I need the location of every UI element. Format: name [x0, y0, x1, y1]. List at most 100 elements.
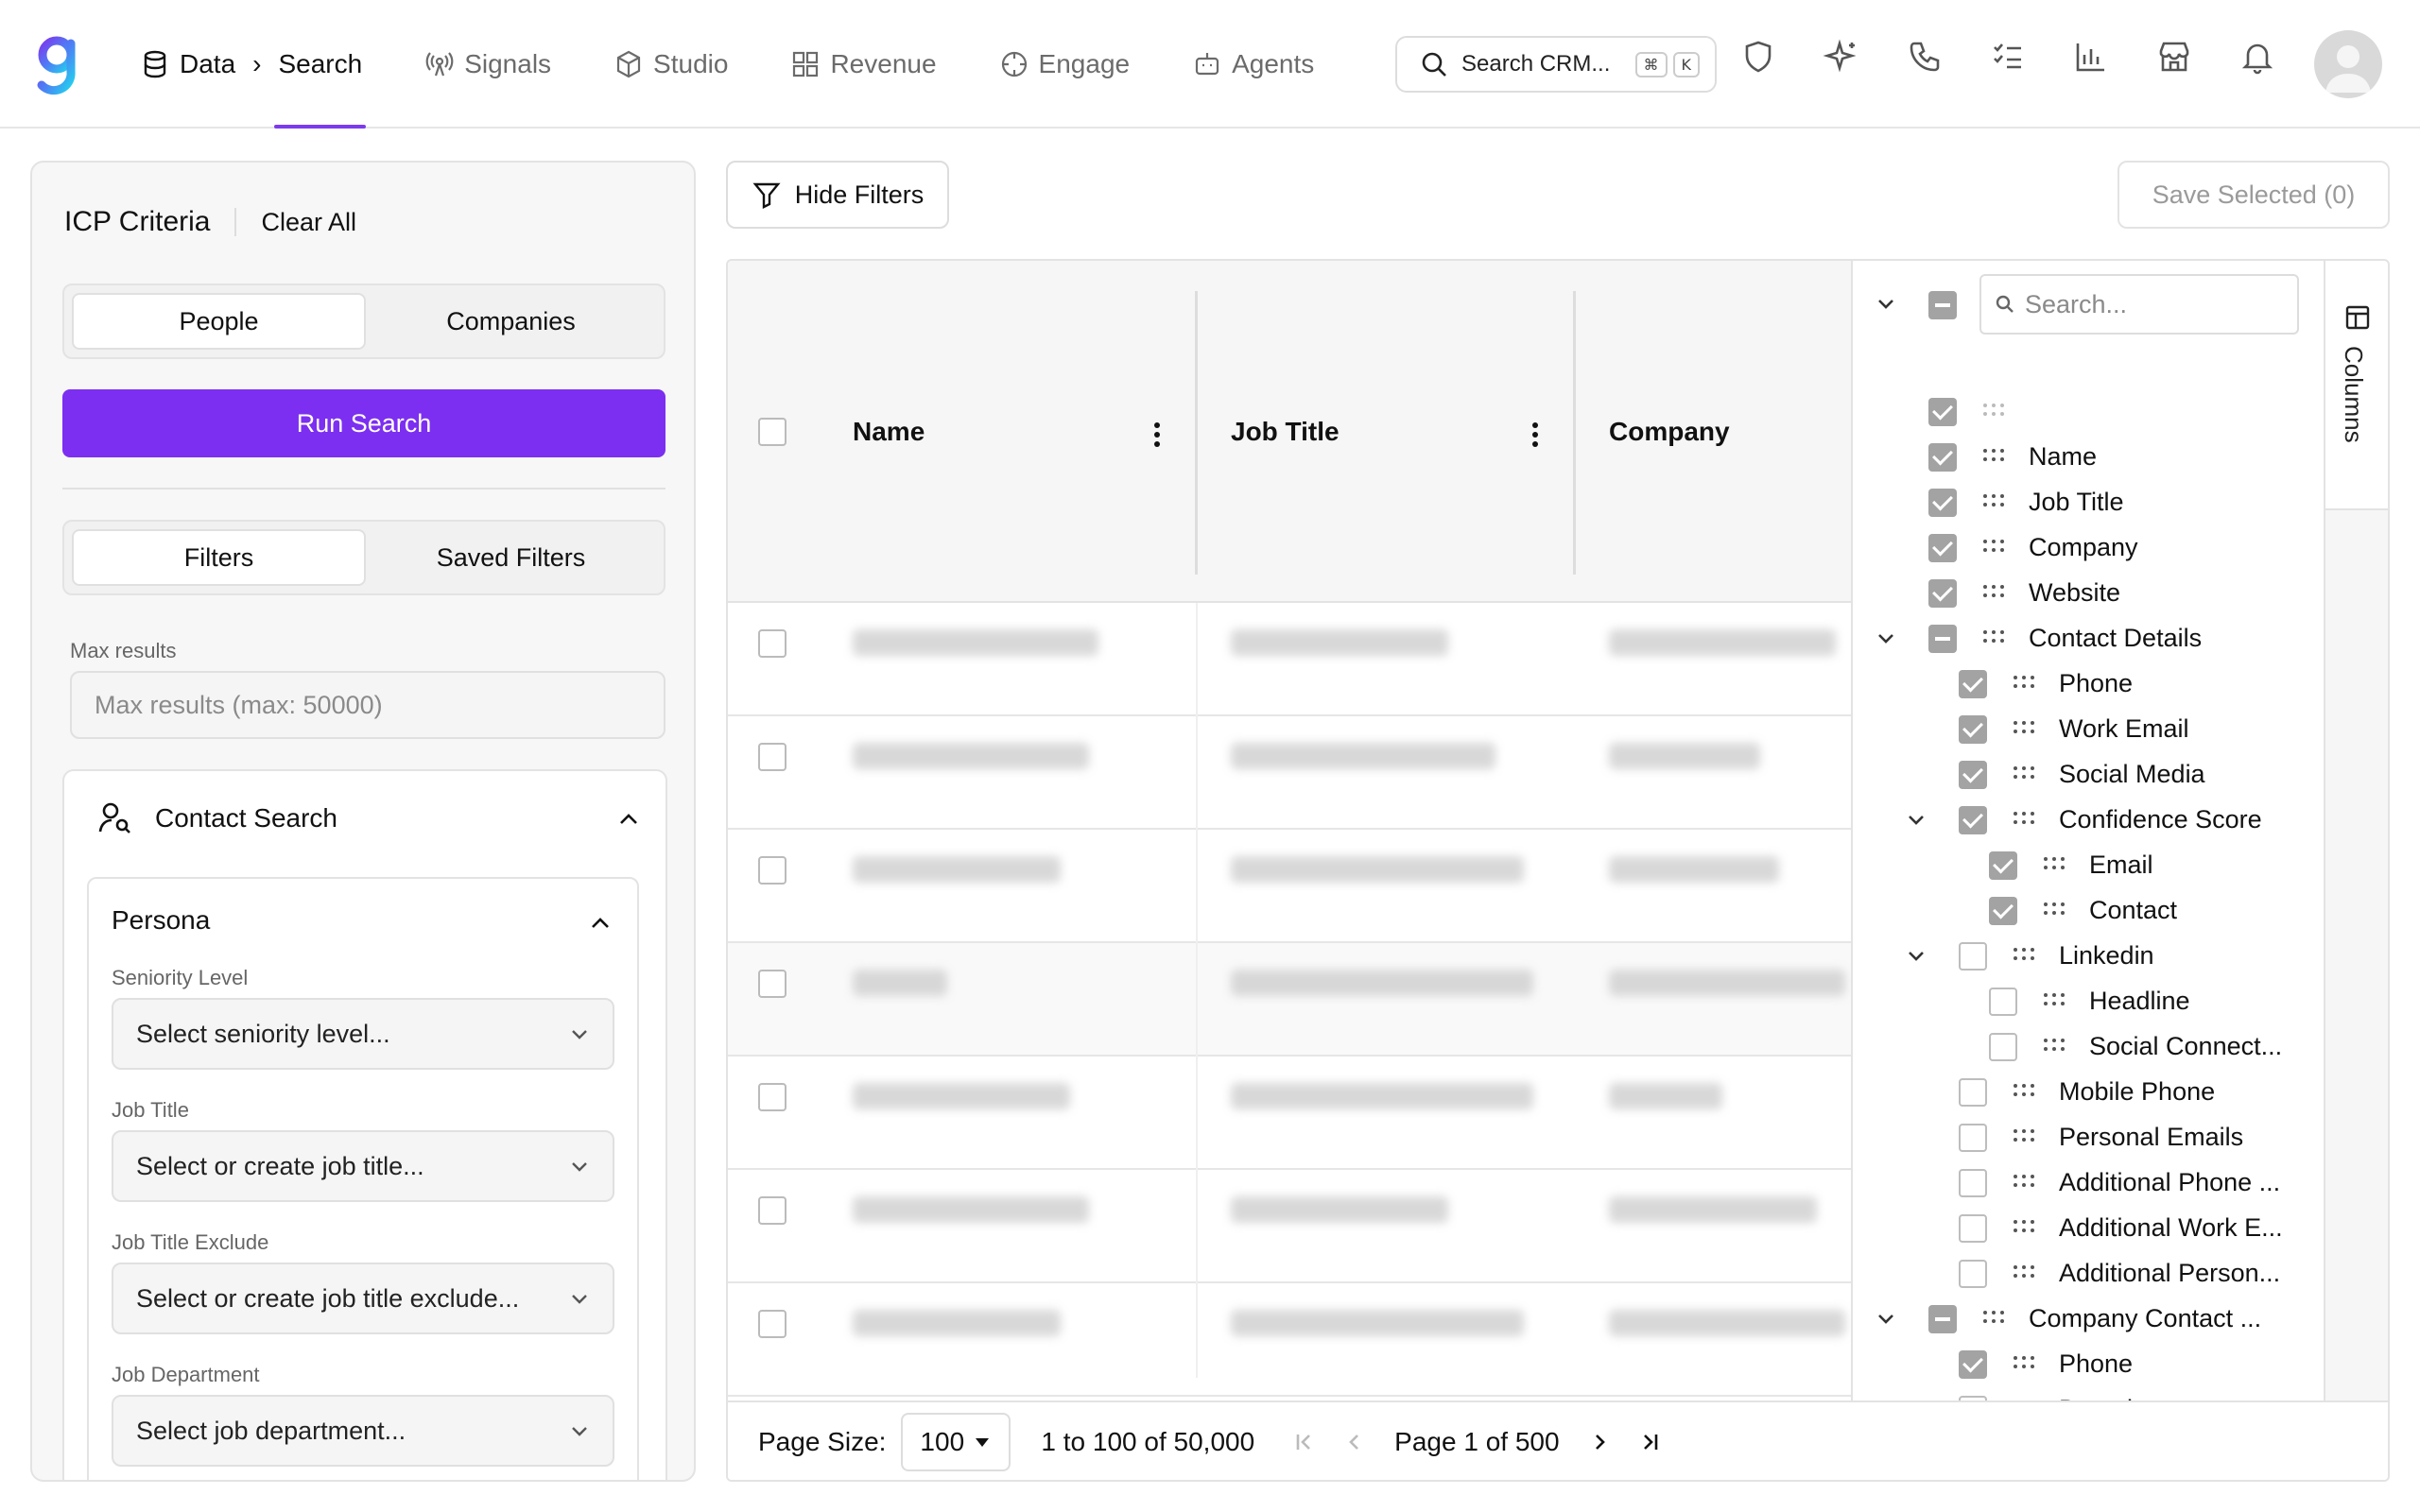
column-tree-item[interactable]: Additional Work E...	[1853, 1206, 2324, 1251]
column-visibility-checkbox[interactable]	[1928, 443, 1957, 472]
drag-handle-icon[interactable]	[2012, 809, 2036, 828]
drag-handle-icon[interactable]	[2012, 673, 2036, 692]
column-tree-item[interactable]: Contact	[1853, 888, 2324, 934]
drag-handle-icon[interactable]	[1981, 582, 2006, 601]
column-visibility-checkbox[interactable]	[1928, 625, 1957, 653]
column-search-input[interactable]: Search...	[1979, 274, 2299, 335]
column-tree-item[interactable]: Social Media	[1853, 752, 2324, 798]
column-tree-item[interactable]: Job Title	[1853, 480, 2324, 525]
column-tree-item[interactable]: Phone	[1853, 1342, 2324, 1387]
row-checkbox[interactable]	[758, 743, 786, 771]
column-visibility-checkbox[interactable]	[1928, 489, 1957, 517]
table-row[interactable]	[728, 603, 1851, 716]
drag-handle-icon[interactable]	[2042, 990, 2066, 1009]
column-tree-item[interactable]: Additional Person...	[1853, 1251, 2324, 1297]
drag-handle-icon[interactable]	[1981, 537, 2006, 556]
drag-handle-icon[interactable]	[2042, 1036, 2066, 1055]
drag-handle-icon[interactable]	[1981, 491, 2006, 510]
column-visibility-checkbox[interactable]	[1989, 1033, 2017, 1061]
drag-handle-icon[interactable]	[2012, 1081, 2036, 1100]
save-selected-button[interactable]: Save Selected (0)	[2118, 161, 2390, 229]
chevron-down-icon[interactable]	[1876, 627, 1896, 648]
hide-filters-button[interactable]: Hide Filters	[726, 161, 949, 229]
drag-handle-icon[interactable]	[2012, 1353, 2036, 1372]
drag-handle-icon[interactable]	[2012, 1217, 2036, 1236]
table-row[interactable]	[728, 1170, 1851, 1283]
drag-handle-icon[interactable]	[1981, 446, 2006, 465]
app-logo[interactable]	[36, 34, 81, 96]
column-visibility-checkbox[interactable]	[1959, 1169, 1987, 1197]
chevron-up-icon[interactable]	[588, 911, 613, 936]
nav-agents[interactable]: Agents	[1192, 0, 1314, 129]
row-checkbox[interactable]	[758, 629, 786, 658]
column-tree-item[interactable]: Company	[1853, 525, 2324, 571]
max-results-input[interactable]: Max results (max: 50000)	[70, 671, 666, 739]
chevron-down-icon[interactable]	[1876, 293, 1896, 314]
column-visibility-checkbox[interactable]	[1959, 670, 1987, 698]
column-tree-item[interactable]: Phone	[1853, 662, 2324, 707]
nav-data[interactable]: Data	[140, 0, 235, 129]
table-row[interactable]	[728, 943, 1851, 1057]
column-visibility-checkbox[interactable]	[1959, 1124, 1987, 1152]
column-tree-item[interactable]: Work Email	[1853, 707, 2324, 752]
table-row[interactable]	[728, 1283, 1851, 1397]
drag-handle-icon[interactable]	[2012, 1126, 2036, 1145]
column-tree-item[interactable]: Name	[1853, 435, 2324, 480]
nav-studio[interactable]: Studio	[614, 0, 728, 129]
contact-search-header[interactable]: Contact Search	[96, 799, 337, 837]
chevron-down-icon[interactable]	[1906, 809, 1927, 830]
column-visibility-checkbox[interactable]	[1928, 398, 1957, 426]
nav-revenue[interactable]: Revenue	[790, 0, 937, 129]
row-checkbox[interactable]	[758, 1310, 786, 1338]
drag-handle-icon[interactable]	[2012, 718, 2036, 737]
column-tree-item[interactable]: Personal Emails	[1853, 1115, 2324, 1160]
column-tree-item[interactable]: Company Contact ...	[1853, 1297, 2324, 1342]
row-checkbox[interactable]	[758, 856, 786, 885]
drag-handle-icon[interactable]	[1981, 1308, 2006, 1327]
column-tree-item[interactable]: Mobile Phone	[1853, 1070, 2324, 1115]
table-row[interactable]	[728, 1057, 1851, 1170]
last-page-icon[interactable]	[1639, 1431, 1662, 1453]
tab-filters[interactable]: Filters	[72, 529, 366, 586]
job-title-exclude-select[interactable]: Select or create job title exclude...	[112, 1263, 614, 1334]
clear-all-button[interactable]: Clear All	[261, 208, 356, 237]
column-visibility-checkbox[interactable]	[1959, 761, 1987, 789]
checklist-icon[interactable]	[1989, 38, 2027, 76]
drag-handle-icon[interactable]	[2042, 854, 2066, 873]
tab-people[interactable]: People	[72, 293, 366, 350]
tab-saved-filters[interactable]: Saved Filters	[366, 529, 656, 586]
chevron-down-icon[interactable]	[1876, 1308, 1896, 1329]
column-tree-item[interactable]: Domain	[1853, 1387, 2324, 1400]
row-checkbox[interactable]	[758, 1083, 786, 1111]
drag-handle-icon[interactable]	[2042, 900, 2066, 919]
column-visibility-checkbox[interactable]	[1959, 715, 1987, 744]
job-title-select[interactable]: Select or create job title...	[112, 1130, 614, 1202]
store-icon[interactable]	[2155, 38, 2193, 76]
drag-handle-icon[interactable]	[2012, 1172, 2036, 1191]
column-visibility-checkbox[interactable]	[1928, 579, 1957, 608]
column-tree-item[interactable]: Headline	[1853, 979, 2324, 1024]
nav-signals[interactable]: Signals	[424, 0, 551, 129]
drag-handle-icon[interactable]	[2012, 1263, 2036, 1281]
bell-icon[interactable]	[2238, 38, 2276, 76]
column-header-name[interactable]: Name	[853, 261, 925, 603]
first-page-icon[interactable]	[1292, 1431, 1315, 1453]
column-visibility-checkbox[interactable]	[1989, 897, 2017, 925]
row-checkbox[interactable]	[758, 1196, 786, 1225]
drag-handle-icon[interactable]	[1981, 627, 2006, 646]
column-visibility-checkbox[interactable]	[1989, 988, 2017, 1016]
user-avatar[interactable]	[2314, 30, 2382, 98]
bar-chart-icon[interactable]	[2072, 38, 2110, 76]
column-visibility-checkbox[interactable]	[1959, 942, 1987, 971]
column-tree-item[interactable]: Social Connect...	[1853, 1024, 2324, 1070]
select-all-checkbox[interactable]	[758, 418, 786, 446]
column-tree-item[interactable]: Confidence Score	[1853, 798, 2324, 843]
column-visibility-checkbox[interactable]	[1959, 1260, 1987, 1288]
column-tree-item[interactable]: Additional Phone ...	[1853, 1160, 2324, 1206]
shield-icon[interactable]	[1739, 38, 1777, 76]
column-visibility-checkbox[interactable]	[1959, 1214, 1987, 1243]
column-resize-handle[interactable]	[1573, 291, 1576, 575]
column-visibility-checkbox[interactable]	[1959, 1078, 1987, 1107]
column-tree-item[interactable]	[1853, 389, 2324, 435]
drag-handle-icon[interactable]	[2012, 945, 2036, 964]
